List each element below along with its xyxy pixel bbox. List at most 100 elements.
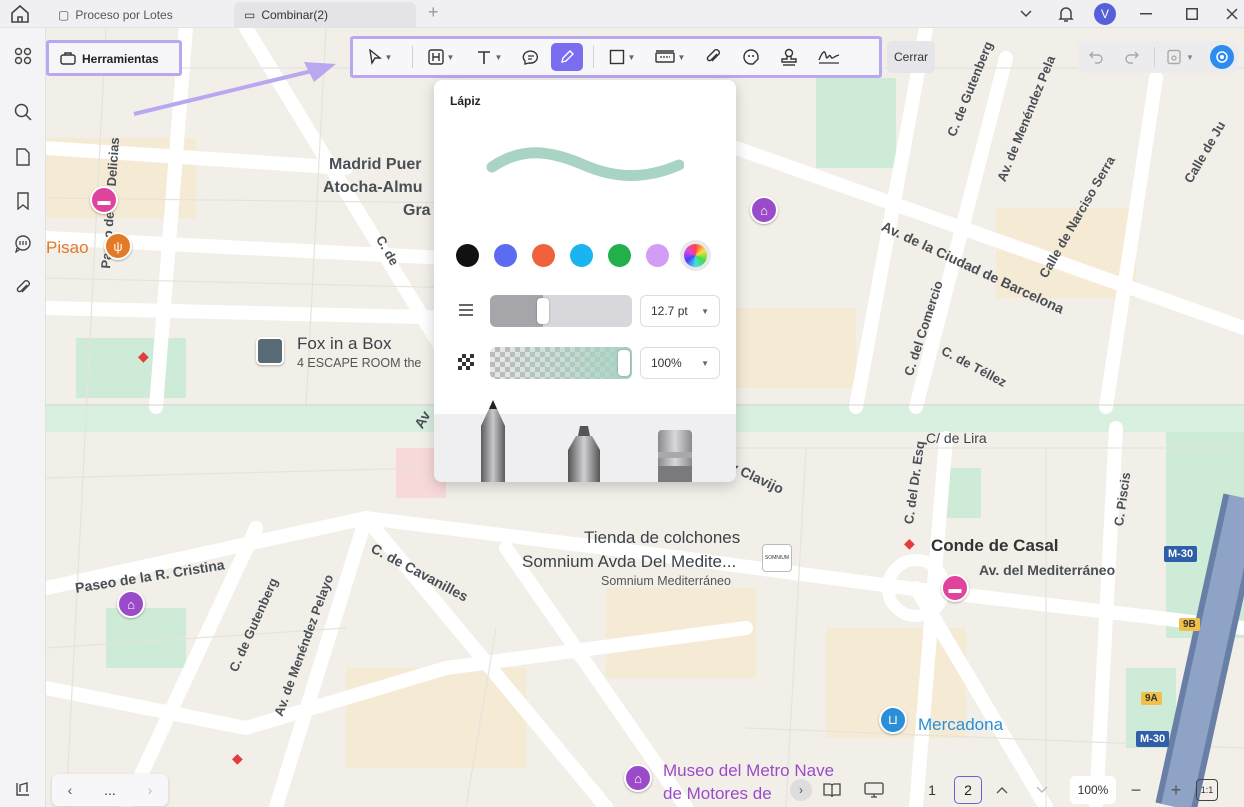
page-controls: › 1 2 100% − + 1:1 xyxy=(790,774,1240,806)
cerrar-button[interactable]: Cerrar xyxy=(887,41,935,73)
pages-icon[interactable] xyxy=(9,143,37,171)
color-swatch-blue[interactable] xyxy=(494,244,517,267)
hotel-pin-icon: ▬ xyxy=(90,186,118,214)
presentation-icon[interactable] xyxy=(852,782,896,798)
map-label: Somnium Avda Del Medite... xyxy=(522,552,737,571)
opacity-value: 100% xyxy=(651,356,682,370)
thickness-slider[interactable] xyxy=(490,295,632,327)
toolbar-divider xyxy=(1154,47,1155,67)
layers-icon[interactable] xyxy=(9,775,37,803)
museum-pin-icon: ⌂ xyxy=(117,590,145,618)
map-label: Conde de Casal xyxy=(931,536,1059,555)
color-wheel-icon xyxy=(684,244,707,267)
color-swatch-green[interactable] xyxy=(608,244,631,267)
redo-icon[interactable] xyxy=(1124,49,1140,68)
map-label: Fox in a Box xyxy=(297,334,392,353)
exit-badge: 9A xyxy=(1141,692,1162,705)
chevron-down-icon[interactable] xyxy=(1022,786,1062,794)
map-label: de Motores de xyxy=(663,784,772,803)
panel-title: Lápiz xyxy=(450,94,481,108)
tab-proceso-por-lotes[interactable]: ▢ Proceso por Lotes xyxy=(48,2,226,27)
expand-arrow-icon[interactable]: › xyxy=(790,779,812,801)
pen-type-selector xyxy=(434,400,736,482)
thickness-fill xyxy=(490,295,543,327)
opacity-slider[interactable] xyxy=(490,347,632,379)
metro-icon: ◆ xyxy=(904,535,915,551)
document-icon: ▢ xyxy=(58,7,70,22)
chevron-down-icon: ▼ xyxy=(701,358,709,368)
map-label: 4 ESCAPE ROOM the xyxy=(297,356,422,370)
thickness-dropdown[interactable]: 12.7 pt ▼ xyxy=(640,295,720,327)
map-label: C/ de Lira xyxy=(926,430,987,446)
close-icon[interactable] xyxy=(1220,0,1244,28)
tab-combinar[interactable]: ▭ Combinar(2) xyxy=(234,2,416,27)
history-toolbar: ▼ xyxy=(1078,41,1238,73)
highway-shield: M-30 xyxy=(1164,546,1198,562)
chevron-left-icon[interactable]: ‹ xyxy=(52,782,88,798)
color-picker-button[interactable] xyxy=(680,240,711,271)
comments-icon[interactable] xyxy=(9,230,37,258)
more-button[interactable]: ... xyxy=(88,782,132,798)
reading-mode-icon[interactable] xyxy=(812,782,852,798)
avatar: V xyxy=(1094,3,1116,25)
chevron-right-icon[interactable]: › xyxy=(132,782,168,798)
undo-icon[interactable] xyxy=(1088,49,1104,68)
chevron-up-icon[interactable] xyxy=(982,786,1022,794)
page-2-button[interactable]: 2 xyxy=(954,776,982,804)
color-swatch-purple[interactable] xyxy=(646,244,669,267)
hotel-pin-icon: ▬ xyxy=(941,574,969,602)
apps-icon[interactable] xyxy=(9,42,37,70)
line-thickness-icon xyxy=(458,302,474,321)
pencil-tip-icon[interactable] xyxy=(478,400,508,482)
exit-badge: 9B xyxy=(1179,618,1200,631)
map-label: Tienda de colchones xyxy=(584,528,741,547)
poi-square-icon xyxy=(256,337,284,365)
eraser-icon[interactable] xyxy=(656,430,694,482)
zoom-in-icon[interactable]: + xyxy=(1156,780,1196,801)
museum-pin-icon: ⌂ xyxy=(750,196,778,224)
somnium-logo: SOMNIUM xyxy=(762,544,792,572)
color-swatch-black[interactable] xyxy=(456,244,479,267)
page-1-button[interactable]: 1 xyxy=(918,776,946,804)
thickness-value: 12.7 pt xyxy=(651,304,688,318)
bell-icon[interactable] xyxy=(1054,0,1078,28)
maximize-icon[interactable] xyxy=(1180,0,1204,28)
attachment-icon[interactable] xyxy=(9,274,37,302)
navigation-bar: ‹ ... › xyxy=(52,774,168,806)
map-label: Somnium Mediterráneo xyxy=(601,574,731,588)
color-swatch-cyan[interactable] xyxy=(570,244,593,267)
bookmark-icon[interactable] xyxy=(9,187,37,215)
add-tab-icon[interactable]: + xyxy=(428,2,439,23)
title-bar: ▢ Proceso por Lotes ▭ Combinar(2) + V xyxy=(0,0,1244,28)
map-label: Av. del Mediterráneo xyxy=(979,562,1116,578)
shopping-pin-icon: ⊔ xyxy=(879,706,907,734)
search-icon[interactable] xyxy=(9,98,37,126)
tab-label: Combinar(2) xyxy=(261,7,329,22)
chevron-down-icon[interactable] xyxy=(1014,0,1038,28)
museum-pin-icon: ⌂ xyxy=(624,764,652,792)
map-label: Pisao xyxy=(46,238,89,257)
opacity-dropdown[interactable]: 100% ▼ xyxy=(640,347,720,379)
opacity-handle[interactable] xyxy=(618,350,630,376)
chevron-down-icon: ▼ xyxy=(701,306,709,316)
save-icon[interactable]: ▼ xyxy=(1166,49,1194,65)
opacity-fill xyxy=(490,347,632,379)
highway-shield: M-30 xyxy=(1136,731,1170,747)
marker-tip-icon[interactable] xyxy=(566,426,602,482)
actual-size-button[interactable]: 1:1 xyxy=(1196,779,1218,801)
user-avatar[interactable]: V xyxy=(1092,0,1118,28)
highlight-box xyxy=(46,40,182,76)
color-swatch-orange[interactable] xyxy=(532,244,555,267)
home-icon[interactable] xyxy=(8,4,32,24)
zoom-level[interactable]: 100% xyxy=(1070,776,1116,804)
map-label: Gra xyxy=(403,202,431,219)
thickness-handle[interactable] xyxy=(536,298,549,324)
minimize-icon[interactable] xyxy=(1134,0,1158,28)
restaurant-pin-icon: ψ xyxy=(104,232,132,260)
zoom-out-icon[interactable]: − xyxy=(1116,780,1156,801)
stroke-preview xyxy=(486,147,684,181)
comment-icon: ▭ xyxy=(244,7,256,22)
ai-assistant-icon[interactable] xyxy=(1210,45,1234,69)
metro-icon: ◆ xyxy=(138,348,149,364)
highlight-box xyxy=(350,36,882,78)
